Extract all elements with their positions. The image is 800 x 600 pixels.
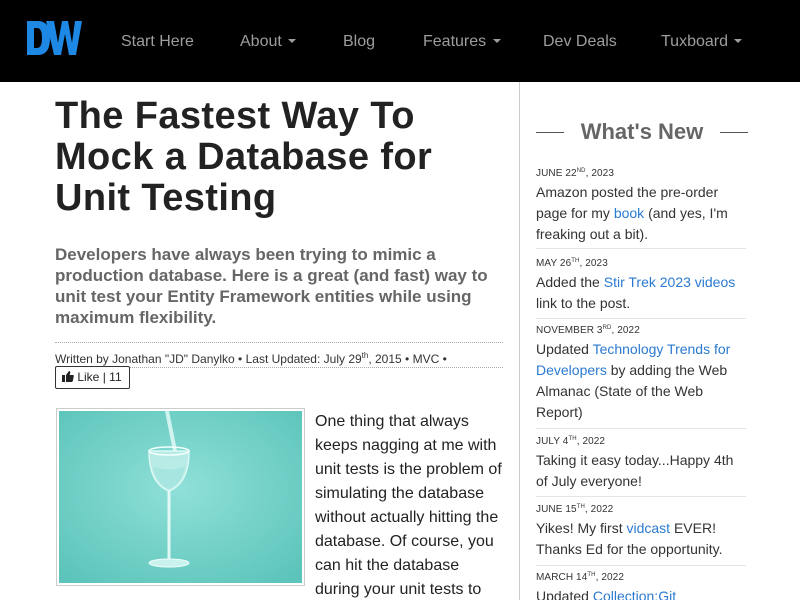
news-text: Yikes! My first vidcast EVER! Thanks Ed … <box>536 520 723 557</box>
news-date: June 15TH, 2022 <box>536 504 614 515</box>
news-text: Amazon posted the pre-order page for my … <box>536 184 728 242</box>
nav-features[interactable]: Features <box>423 31 501 53</box>
header-rule-right <box>720 132 748 133</box>
like-label: Like <box>77 370 100 384</box>
last-updated: Last Updated: July 29th, 2015 <box>245 351 402 366</box>
article-image <box>56 408 305 586</box>
news-link[interactable]: Stir Trek 2023 videos <box>604 274 736 290</box>
whats-new-title: What's New <box>580 119 704 144</box>
thumbs-up-icon <box>62 371 74 382</box>
like-count: 11 <box>109 370 122 384</box>
news-item: May 26TH, 2023 Added the Stir Trek 2023 … <box>536 258 746 319</box>
news-item: June 22ND, 2023 Amazon posted the pre-or… <box>536 168 746 249</box>
article-subtitle: Developers have always been trying to mi… <box>55 245 488 327</box>
nav-tuxboard[interactable]: Tuxboard <box>661 31 743 53</box>
news-date: March 14TH, 2022 <box>536 572 624 583</box>
news-text: Updated Technology Trends for Developers… <box>536 341 731 420</box>
nav-dev-deals[interactable]: Dev Deals <box>543 31 617 53</box>
caret-down-icon <box>492 38 501 43</box>
article-body: One thing that always keeps nagging at m… <box>315 413 502 598</box>
category-link[interactable]: MVC <box>413 352 440 366</box>
news-item: November 3RD, 2022 Updated Technology Tr… <box>536 325 746 429</box>
news-item: July 4TH, 2022 Taking it easy today...Ha… <box>536 436 746 497</box>
nav-start-here[interactable]: Start Here <box>121 31 194 53</box>
top-navbar: Start Here About Blog Features Dev Deals… <box>0 0 800 82</box>
nav-about[interactable]: About <box>240 31 297 53</box>
nav-blog[interactable]: Blog <box>343 31 375 53</box>
article-title: The Fastest Way To Mock a Database for U… <box>55 95 433 219</box>
like-button[interactable]: Like | 11 <box>55 366 130 389</box>
caret-down-icon <box>288 38 297 43</box>
news-item: March 14TH, 2022 Updated Collection:Git … <box>536 572 746 600</box>
caret-down-icon <box>734 38 743 43</box>
whats-new-header: What's New <box>536 118 748 146</box>
news-date: June 22ND, 2023 <box>536 168 614 179</box>
news-link[interactable]: vidcast <box>627 520 671 536</box>
wine-glass-image <box>59 411 302 583</box>
author-link[interactable]: Written by Jonathan "JD" Danylko <box>55 352 235 366</box>
site-logo[interactable] <box>24 18 82 58</box>
news-text: Added the Stir Trek 2023 videos link to … <box>536 274 736 311</box>
news-date: July 4TH, 2022 <box>536 436 606 447</box>
news-text: Taking it easy today...Happy 4th of July… <box>536 452 734 489</box>
news-date: November 3RD, 2022 <box>536 325 640 336</box>
news-text: Updated Collection:Git Resources <box>536 586 746 600</box>
news-item: June 15TH, 2022 Yikes! My first vidcast … <box>536 504 746 566</box>
news-link[interactable]: book <box>614 205 644 221</box>
news-date: May 26TH, 2023 <box>536 258 608 269</box>
article-byline: Written by Jonathan "JD" Danylko • Last … <box>55 342 503 368</box>
sidebar: What's New June 22ND, 2023 Amazon posted… <box>519 82 800 600</box>
